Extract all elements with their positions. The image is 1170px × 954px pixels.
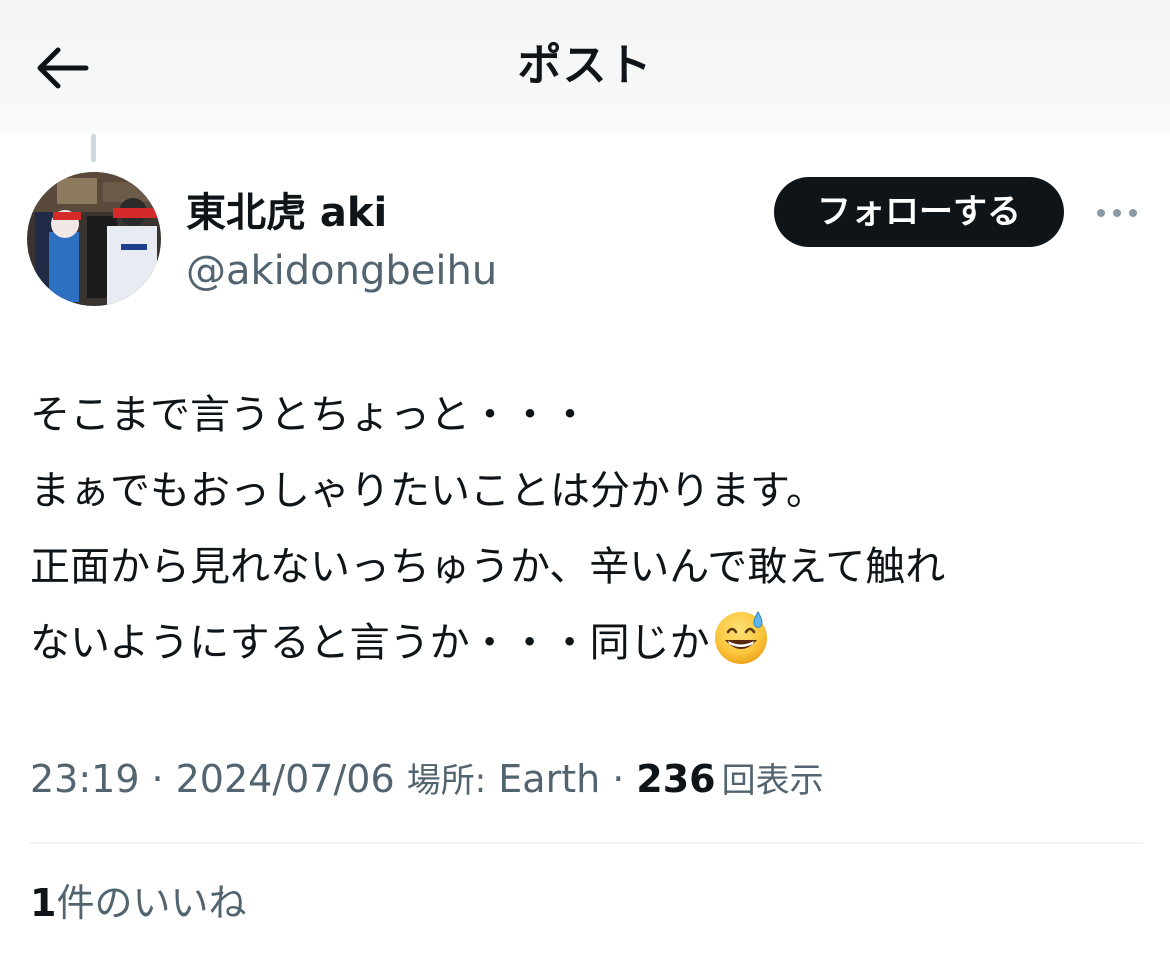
follow-button[interactable]: フォローする <box>774 177 1064 247</box>
views-count: 236 <box>636 757 716 801</box>
views-label: 回表示 <box>721 761 824 801</box>
likes-summary[interactable]: 1件のいいね <box>30 876 246 930</box>
post-text-line: ないようにすると言うか・・・同じか <box>30 620 710 666</box>
likes-label: 件のいいね <box>56 881 247 925</box>
post-text-line: そこまで言うとちょっと・・・ <box>30 392 590 438</box>
author-handle[interactable]: @akidongbeihu <box>186 244 497 298</box>
avatar-photo <box>27 172 161 306</box>
top-bar: ポスト <box>0 0 1170 134</box>
post-time[interactable]: 23:19 <box>30 757 140 801</box>
post-date[interactable]: 2024/07/06 <box>176 757 395 801</box>
divider <box>30 842 1143 844</box>
post-text-line: 正面から見れないっちゅうか、辛いんで敢えて触れ <box>30 544 946 590</box>
more-horizontal-icon <box>1097 209 1137 217</box>
location-label: 場所: <box>406 761 487 801</box>
avatar[interactable] <box>27 172 161 306</box>
author-display-name[interactable]: 東北虎 aki <box>186 186 387 240</box>
more-options-button[interactable] <box>1092 196 1142 230</box>
location-value[interactable]: Earth <box>498 757 600 801</box>
post-text-line-last: ないようにすると言うか・・・同じか <box>30 605 1145 681</box>
thread-connector-line <box>91 134 96 162</box>
meta-separator: · <box>612 757 625 801</box>
meta-separator: · <box>151 757 164 801</box>
post-metadata: 23:19 · 2024/07/06 場所: Earth · 236 回表示 <box>30 752 824 808</box>
page-title: ポスト <box>517 40 653 91</box>
post-text: そこまで言うとちょっと・・・ まぁでもおっしゃりたいことは分かります。 正面から… <box>30 377 1145 681</box>
likes-count: 1 <box>30 881 57 925</box>
post-text-line: まぁでもおっしゃりたいことは分かります。 <box>30 468 826 514</box>
grinning-face-with-sweat-icon <box>712 608 770 666</box>
